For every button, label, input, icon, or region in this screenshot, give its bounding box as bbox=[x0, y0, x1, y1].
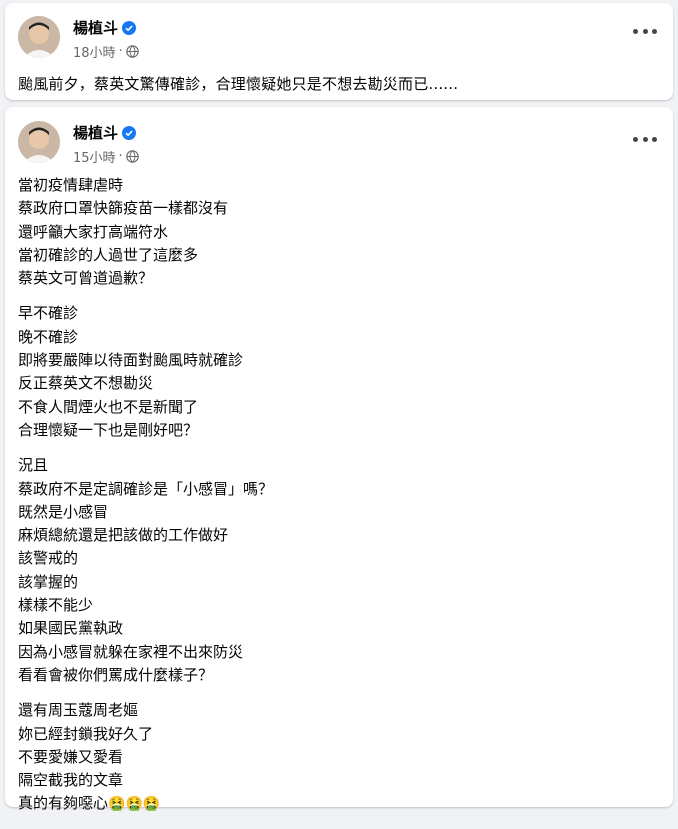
paragraph-2: 早不確診 晚不確診 即將要嚴陣以待面對颱風時就確診 反正蔡英文不想勘災 不食人間… bbox=[18, 302, 273, 442]
text-line: 合理懷疑一下也是剛好吧？ bbox=[18, 420, 199, 439]
text-line: 當初疫情肆虐時 bbox=[18, 176, 124, 194]
post-author: 楊植斗 bbox=[73, 122, 137, 143]
text-line: 反正蔡英文不想勘災 bbox=[18, 374, 154, 393]
text-line: 蔡英文可曾道過歉？ bbox=[18, 269, 154, 288]
more-options-icon[interactable] bbox=[633, 23, 657, 39]
post-author: 楊植斗 bbox=[73, 17, 137, 38]
text-line: 看看會被你們罵成什麼樣子？ bbox=[18, 665, 214, 684]
post-meta: 15小時 · bbox=[73, 147, 139, 166]
text-line: 麻煩總統還是把該做的工作做好 bbox=[18, 526, 229, 545]
globe-icon bbox=[125, 45, 139, 58]
text-line: 蔡政府口罩快篩疫苗一樣都沒有 bbox=[18, 199, 229, 218]
author-name[interactable]: 楊植斗 bbox=[73, 122, 118, 143]
verified-badge-icon bbox=[122, 20, 137, 35]
post-card-2: 楊植斗 15小時 · 當初疫情肆虐時 蔡政府口罩快篩疫苗一樣都沒有 還呼籲大家打… bbox=[5, 107, 673, 812]
globe-icon bbox=[125, 150, 139, 163]
text-line: 因為小感冒就躲在家裡不出來防災 bbox=[18, 642, 244, 661]
post-time[interactable]: 15小時 bbox=[73, 147, 116, 166]
author-name[interactable]: 楊植斗 bbox=[73, 17, 118, 38]
post-body: 當初疫情肆虐時 蔡政府口罩快篩疫苗一樣都沒有 還呼籲大家打高端符水 當初確診的人… bbox=[18, 174, 273, 829]
avatar-image bbox=[18, 121, 60, 163]
verified-badge-icon bbox=[122, 125, 137, 140]
text-line: 蔡政府不是定調確診是「小感冒」嗎？ bbox=[18, 479, 274, 498]
text-line: 即將要嚴陣以待面對颱風時就確診 bbox=[18, 351, 244, 370]
text-line-last: 真的有夠噁心🤮🤮🤮 bbox=[18, 792, 273, 816]
avatar[interactable] bbox=[18, 121, 60, 163]
text-line: 該警戒的 bbox=[18, 549, 79, 568]
paragraph-3: 況且 蔡政府不是定調確診是「小感冒」嗎？ 既然是小感冒 麻煩總統還是把該做的工作… bbox=[18, 454, 273, 687]
post-meta: 18小時 · bbox=[73, 42, 139, 61]
post-card-1: 楊植斗 18小時 · 颱風前夕，蔡英文驚傳確診，合理懷疑她只是不想去勘災而已..… bbox=[5, 3, 673, 100]
post-time[interactable]: 18小時 bbox=[73, 42, 116, 61]
avatar[interactable] bbox=[18, 16, 60, 58]
text-line: 不食人間煙火也不是新聞了 bbox=[18, 397, 199, 416]
more-options-icon[interactable] bbox=[633, 131, 657, 147]
text-line: 隔空截我的文章 bbox=[18, 771, 124, 790]
avatar-image bbox=[18, 16, 60, 58]
vomiting-face-emoji-icon: 🤮🤮🤮 bbox=[108, 796, 161, 813]
text-line: 如果國民黨執政 bbox=[18, 619, 124, 638]
paragraph-1: 當初疫情肆虐時 蔡政府口罩快篩疫苗一樣都沒有 還呼籲大家打高端符水 當初確診的人… bbox=[18, 174, 273, 290]
post-text: 颱風前夕，蔡英文驚傳確診，合理懷疑她只是不想去勘災而已...... bbox=[18, 75, 459, 93]
text-line: 不要愛嫌又愛看 bbox=[18, 747, 124, 766]
text-line: 該掌握的 bbox=[18, 572, 79, 591]
paragraph-4: 還有周玉蔻周老嫗 妳已經封鎖我好久了 不要愛嫌又愛看 隔空截我的文章 真的有夠噁… bbox=[18, 699, 273, 816]
text-line: 還有周玉蔻周老嫗 bbox=[18, 701, 139, 720]
text-line: 真的有夠噁心 bbox=[18, 794, 109, 813]
text-line: 早不確診 bbox=[18, 304, 79, 323]
text-line: 妳已經封鎖我好久了 bbox=[18, 724, 154, 743]
text-line: 晚不確診 bbox=[18, 327, 79, 346]
text-line: 況且 bbox=[18, 456, 49, 475]
text-line: 當初確診的人過世了這麼多 bbox=[18, 245, 199, 264]
text-line: 樣樣不能少 bbox=[18, 596, 94, 615]
text-line: 還呼籲大家打高端符水 bbox=[18, 222, 169, 241]
text-line: 既然是小感冒 bbox=[18, 502, 109, 521]
